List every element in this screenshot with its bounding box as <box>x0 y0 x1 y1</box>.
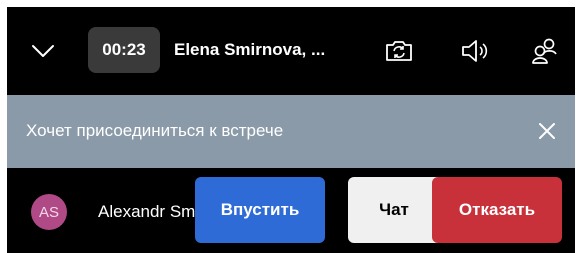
chat-button[interactable]: Чат <box>348 177 440 243</box>
switch-camera-button[interactable] <box>380 33 418 69</box>
admit-button[interactable]: Впустить <box>195 177 325 243</box>
speaker-button[interactable] <box>455 33 493 69</box>
lobby-notification-banner: Хочет присоединиться к встрече <box>7 95 575 168</box>
decline-button[interactable]: Отказать <box>432 177 562 243</box>
participants-button[interactable] <box>526 33 564 69</box>
collapse-button[interactable] <box>25 33 61 69</box>
dismiss-banner-button[interactable] <box>533 117 561 145</box>
participant-name: Alexandr Smirnov <box>98 202 200 221</box>
avatar: AS <box>31 194 67 230</box>
speaker-icon <box>462 40 488 62</box>
close-icon <box>539 123 555 139</box>
banner-message: Хочет присоединиться к встрече <box>26 121 284 140</box>
camera-switch-icon <box>386 41 412 61</box>
call-window: 00:23 Elena Smirnova, ... Хочет присоеди… <box>7 7 575 253</box>
participants-icon <box>532 38 557 64</box>
call-top-bar: 00:23 Elena Smirnova, ... <box>7 7 575 95</box>
lobby-participant-row: AS Alexandr Smirnov Впустить Чат Отказат… <box>7 168 575 253</box>
chevron-down-icon <box>32 45 54 57</box>
call-timer: 00:23 <box>88 27 160 73</box>
call-title[interactable]: Elena Smirnova, ... <box>174 37 354 63</box>
